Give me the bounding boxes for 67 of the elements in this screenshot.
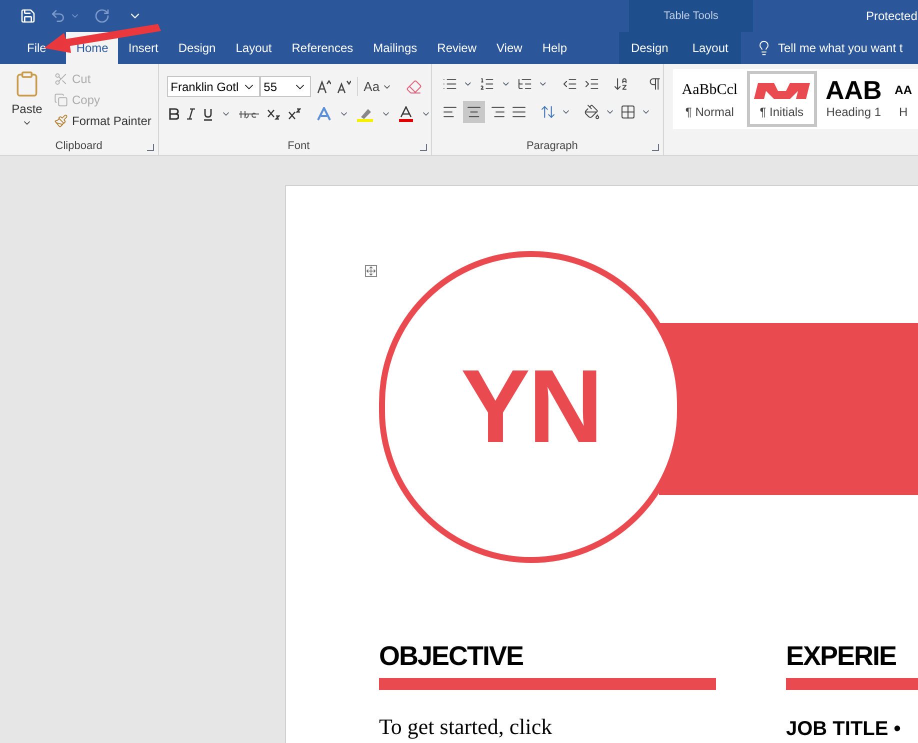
paste-button[interactable]: Paste [8,68,46,130]
style-item[interactable]: ¶ Initials [746,71,817,127]
group-label: Clipboard [55,138,102,154]
section-heading: OBJECTIVE [379,640,524,673]
tell-me-field[interactable]: Tell me what you want t [778,39,918,57]
multilevel-list-icon[interactable] [516,76,532,92]
ribbon-tab[interactable]: Review [427,32,487,64]
ribbon-tab[interactable]: References [282,32,364,64]
style-item[interactable]: AAB Heading 1 [818,71,889,127]
clear-formatting-icon[interactable] [406,78,422,94]
ribbon-tab[interactable]: Design [168,32,226,64]
align-center-icon [466,104,482,120]
style-preview: AaBbCcl [682,80,738,100]
bold-icon[interactable] [168,108,179,120]
italic-icon[interactable] [186,108,195,120]
ribbon-tab[interactable]: Insert [118,32,168,64]
font-color-icon[interactable] [398,106,413,122]
group-label: Paragraph [526,138,578,154]
save-icon[interactable] [20,8,36,24]
table-move-handle-icon[interactable] [365,265,377,277]
window-title: Protected [866,8,918,25]
redo-icon[interactable] [94,8,110,24]
dialog-launcher-icon[interactable] [652,144,659,151]
section-heading: EXPERIE [786,640,896,673]
change-case-button[interactable]: Aa [356,76,392,96]
subscript-icon[interactable] [266,108,280,120]
format-painter-button[interactable]: Format Painter [54,112,152,130]
align-right-icon[interactable] [490,104,506,120]
dialog-launcher-icon[interactable] [420,144,427,151]
superscript-icon[interactable] [288,108,301,120]
highlight-icon[interactable] [356,106,373,122]
font-name-field[interactable]: Franklin Gotl [166,76,260,97]
objective-text: To get started, click [379,713,554,741]
paintbrush-icon [54,114,68,128]
numbering-icon[interactable] [479,76,495,92]
ribbon-tab[interactable]: Mailings [363,32,428,64]
contextual-tab-label: Table Tools [664,8,718,24]
style-item[interactable]: AaBbCcl ¶ Normal [674,71,745,127]
sort-icon[interactable] [613,76,629,92]
job-title: JOB TITLE • [786,717,902,742]
scissors-icon [54,72,68,86]
align-left-icon[interactable] [442,104,458,120]
copy-icon [54,93,68,107]
ribbon-tab[interactable]: File [19,32,54,64]
shrink-font-icon[interactable] [336,80,351,94]
text-effects-icon[interactable] [316,107,331,121]
shading-icon[interactable] [584,104,600,120]
underline-icon[interactable] [202,108,213,120]
increase-indent-icon[interactable] [584,76,600,92]
borders-icon[interactable] [620,104,636,120]
group-label: Font [288,138,310,154]
style-item[interactable]: AA H [890,71,916,127]
font-size-field[interactable]: 55 [260,76,311,97]
ribbon-tab[interactable]: Help [532,32,577,64]
dialog-launcher-icon[interactable] [146,144,154,151]
ribbon-tab[interactable]: View [486,32,532,64]
ribbon-tab[interactable]: Layout [226,32,282,64]
undo-icon[interactable] [50,8,66,24]
style-preview: AAB [825,77,882,103]
justify-icon[interactable] [510,104,527,120]
grow-font-icon[interactable] [316,80,331,94]
line-spacing-icon[interactable] [540,104,556,120]
align-center-button[interactable] [462,101,485,123]
style-preview: AA [894,82,912,99]
strikethrough-icon[interactable] [238,109,259,119]
decrease-indent-icon[interactable] [562,76,578,92]
monogram: YN [460,355,602,459]
